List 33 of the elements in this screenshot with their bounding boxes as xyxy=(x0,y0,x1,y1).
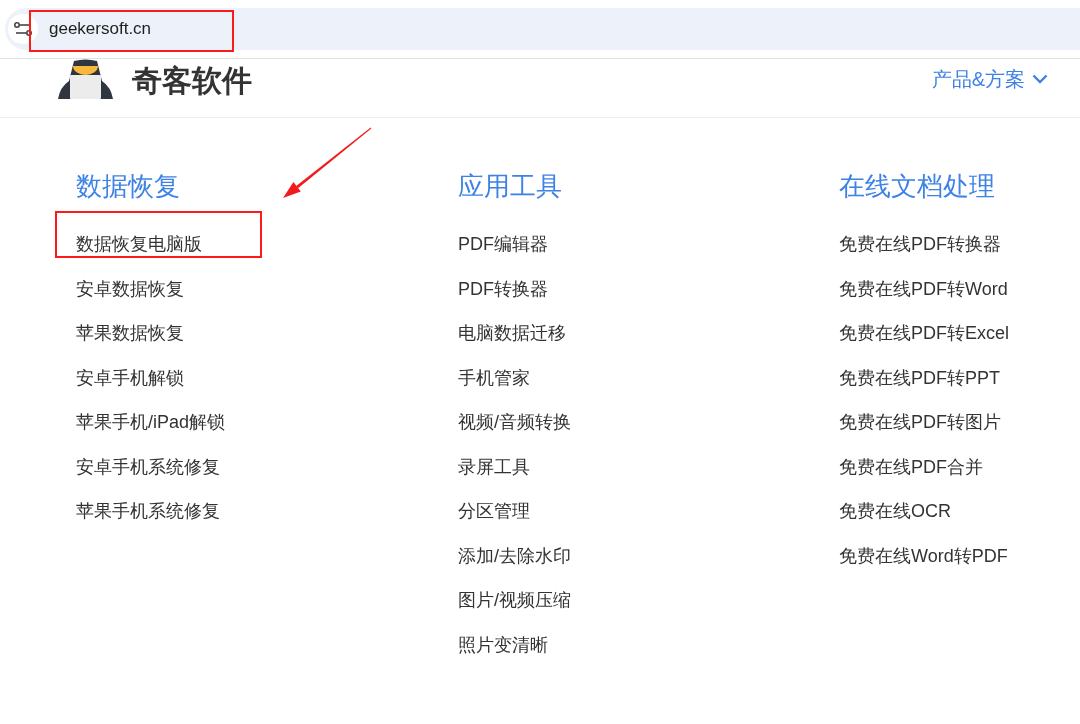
product-link[interactable]: 免费在线PDF转PPT xyxy=(839,364,1000,391)
product-link[interactable]: 免费在线PDF转Excel xyxy=(839,320,1009,347)
logo-text: 奇客软件 xyxy=(132,64,252,98)
nav-menu-button[interactable]: 产品&方案 xyxy=(931,67,1048,91)
product-link[interactable]: 苹果数据恢复 xyxy=(76,320,184,347)
product-link[interactable]: 免费在线PDF合并 xyxy=(839,453,983,480)
product-link[interactable]: 安卓手机解锁 xyxy=(76,364,184,391)
product-link[interactable]: 视频/音频转换 xyxy=(458,409,571,436)
column-heading: 数据恢复 xyxy=(76,170,180,203)
column-heading: 应用工具 xyxy=(458,170,562,203)
product-link[interactable]: 免费在线PDF转Word xyxy=(839,275,1008,302)
product-link[interactable]: 数据恢复电脑版 xyxy=(76,231,202,258)
product-link[interactable]: 安卓数据恢复 xyxy=(76,275,184,302)
sliders-icon[interactable] xyxy=(8,14,38,44)
address-bar[interactable]: geekersoft.cn xyxy=(5,8,1080,50)
product-link[interactable]: 图片/视频压缩 xyxy=(458,587,571,614)
product-link[interactable]: 电脑数据迁移 xyxy=(458,320,566,347)
product-link[interactable]: 添加/去除水印 xyxy=(458,542,571,569)
product-link[interactable]: PDF转换器 xyxy=(458,275,548,302)
product-link[interactable]: 分区管理 xyxy=(458,498,530,525)
product-link[interactable]: 手机管家 xyxy=(458,364,530,391)
product-link[interactable]: 照片变清晰 xyxy=(458,631,548,658)
product-link[interactable]: 苹果手机系统修复 xyxy=(76,498,220,525)
product-link[interactable]: 免费在线OCR xyxy=(839,498,951,525)
chevron-down-icon xyxy=(1032,74,1048,84)
product-link[interactable]: 录屏工具 xyxy=(458,453,530,480)
product-link[interactable]: 免费在线PDF转图片 xyxy=(839,409,1001,436)
product-link[interactable]: PDF编辑器 xyxy=(458,231,548,258)
column-heading: 在线文档处理 xyxy=(839,170,995,203)
product-link[interactable]: 免费在线Word转PDF xyxy=(839,542,1008,569)
product-link[interactable]: 苹果手机/iPad解锁 xyxy=(76,409,226,436)
product-link[interactable]: 安卓手机系统修复 xyxy=(76,453,220,480)
product-link[interactable]: 免费在线PDF转换器 xyxy=(839,231,1001,258)
